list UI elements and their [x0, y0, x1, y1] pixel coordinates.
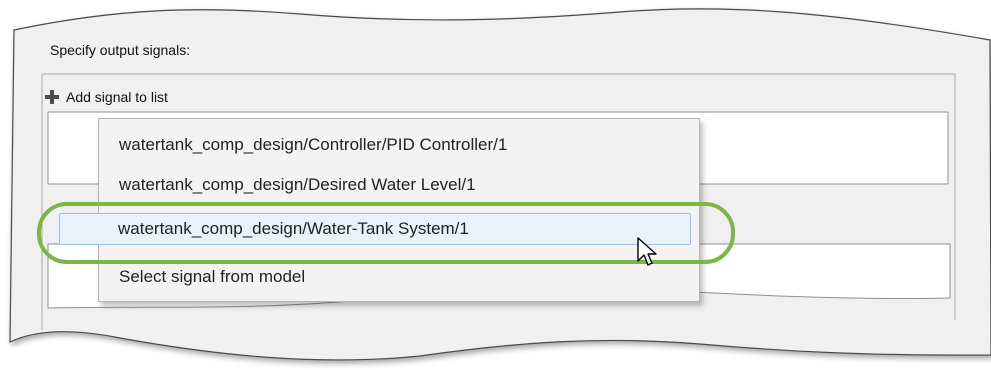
- mouse-pointer-icon: [637, 237, 657, 266]
- add-signal-button[interactable]: Add signal to list: [44, 86, 168, 108]
- menu-item-pid-controller[interactable]: watertank_comp_design/Controller/PID Con…: [119, 135, 507, 155]
- plus-icon: [45, 90, 59, 104]
- dialog-excerpt: Specify output signals: Add signal to li…: [0, 0, 991, 370]
- output-signals-label: Specify output signals:: [50, 42, 191, 58]
- add-signal-label: Add signal to list: [66, 89, 168, 105]
- menu-item-desired-water-level[interactable]: watertank_comp_design/Desired Water Leve…: [119, 175, 476, 195]
